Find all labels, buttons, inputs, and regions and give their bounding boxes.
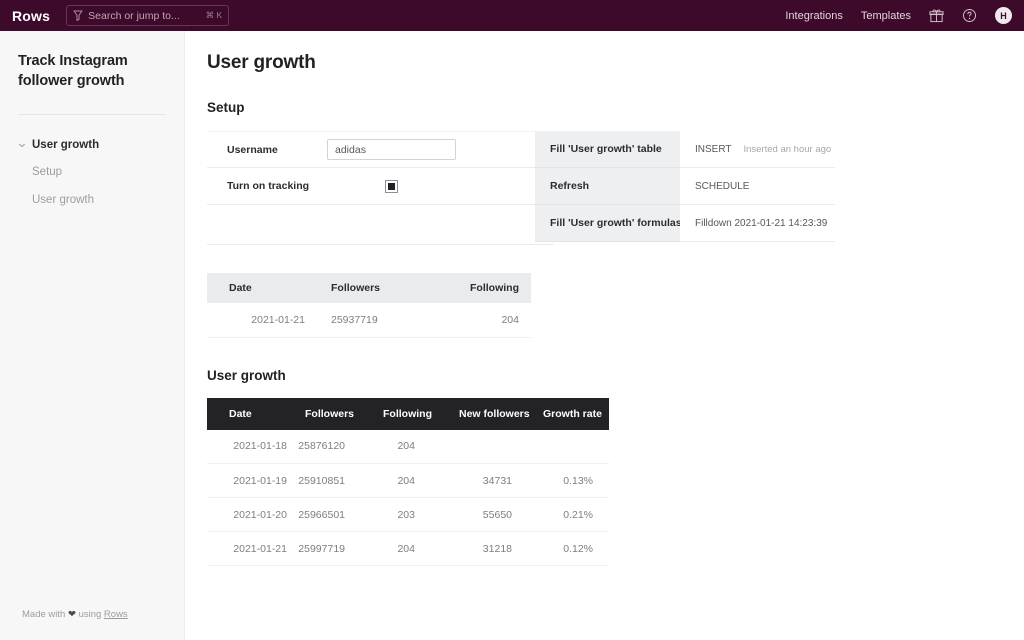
setup-data-table: Date Followers Following 2021-01-21 2593…	[207, 273, 531, 338]
sidebar-document-title: Track Instagram follower growth	[18, 53, 128, 89]
action-row-refresh[interactable]: Refresh	[535, 168, 680, 205]
action-value-fill-table: INSERT Inserted an hour ago	[680, 131, 835, 168]
help-circle-icon[interactable]	[962, 8, 977, 23]
chevron-down-icon[interactable]	[18, 141, 26, 149]
cell-date: 2021-01-20	[207, 497, 297, 532]
top-navigation-bar: Rows Search or jump to... ⌘ K Integratio…	[0, 0, 1024, 31]
made-with-prefix: Made with	[22, 609, 66, 620]
column-header-new-followers[interactable]: New followers	[451, 398, 535, 430]
table-row[interactable]: 2021-01-21 25997719 204 31218 0.12%	[207, 531, 609, 566]
main-content: User growth Setup Username Turn on track…	[185, 31, 1024, 640]
sidebar-group-user-growth[interactable]: User growth	[0, 135, 184, 155]
tracking-checkbox[interactable]	[385, 179, 398, 193]
table-row[interactable]: 2021-01-21 25937719 204	[207, 303, 531, 338]
sidebar-divider	[18, 114, 166, 116]
cell-date: 2021-01-21	[207, 303, 317, 338]
actions-panel: Fill 'User growth' table Refresh Fill 'U…	[535, 131, 835, 242]
column-header-date[interactable]: Date	[207, 398, 297, 430]
table-row[interactable]: 2021-01-20 25966501 203 55650 0.21%	[207, 497, 609, 532]
user-avatar[interactable]: H	[995, 7, 1012, 24]
action-value-fill-formulas: Filldown 2021-01-21 14:23:39	[680, 205, 835, 242]
checkbox-checked-mark	[388, 182, 395, 190]
cell-growth-rate: 0.12%	[535, 531, 609, 566]
setup-form: Username Turn on tracking	[207, 131, 554, 245]
action-row-fill-formulas[interactable]: Fill 'User growth' formulas	[535, 205, 682, 242]
rows-link[interactable]: Rows	[104, 609, 128, 620]
cell-following: 203	[375, 497, 451, 532]
action-label: Fill 'User growth' formulas	[550, 217, 682, 229]
table-header-row: Date Followers Following	[207, 273, 531, 303]
column-header-followers[interactable]: Followers	[297, 398, 375, 430]
app-logo[interactable]: Rows	[12, 8, 50, 24]
table-row[interactable]: 2021-01-18 25876120 204	[207, 429, 609, 464]
tracking-label: Turn on tracking	[227, 180, 310, 192]
username-field[interactable]	[327, 139, 456, 160]
column-header-followers[interactable]: Followers	[317, 273, 443, 303]
cell-date: 2021-01-18	[207, 429, 297, 464]
user-growth-table: Date Followers Following New followers G…	[207, 397, 609, 566]
page-title: User growth	[207, 52, 316, 73]
table-header-row: Date Followers Following New followers G…	[207, 397, 609, 430]
top-nav-right-group: Integrations Templates H	[785, 7, 1012, 24]
growth-section-heading: User growth	[207, 367, 286, 383]
cell-followers: 25910851	[297, 463, 375, 498]
cell-following: 204	[443, 303, 531, 338]
search-placeholder: Search or jump to...	[88, 9, 180, 22]
form-row-empty	[207, 205, 554, 245]
search-input[interactable]: Search or jump to... ⌘ K	[66, 5, 230, 26]
action-row-fill-table[interactable]: Fill 'User growth' table	[535, 131, 680, 168]
sidebar-item-user-growth[interactable]: User growth	[0, 189, 184, 211]
column-header-following[interactable]: Following	[375, 398, 451, 430]
cell-date: 2021-01-21	[207, 531, 297, 566]
cell-following: 204	[375, 531, 451, 566]
sidebar-item-setup[interactable]: Setup	[0, 161, 184, 183]
setup-block: Username Turn on tracking Fill 'User gro…	[185, 131, 1024, 249]
cell-new-followers	[451, 429, 535, 464]
cell-growth-rate	[535, 429, 609, 464]
action-kind: INSERT	[695, 143, 732, 155]
cell-growth-rate: 0.13%	[535, 463, 609, 498]
actions-value-column: INSERT Inserted an hour ago SCHEDULE Fil…	[680, 131, 835, 242]
actions-name-column: Fill 'User growth' table Refresh Fill 'U…	[535, 131, 682, 242]
search-icon	[73, 10, 83, 21]
search-shortcut-hint: ⌘ K	[205, 10, 223, 20]
column-header-date[interactable]: Date	[207, 273, 317, 303]
action-label: Refresh	[550, 180, 590, 192]
form-row-username: Username	[207, 131, 554, 168]
cell-followers: 25966501	[297, 497, 375, 532]
cell-new-followers: 34731	[451, 463, 535, 498]
sidebar-group-label: User growth	[32, 139, 100, 152]
cell-growth-rate: 0.21%	[535, 497, 609, 532]
cell-followers: 25876120	[297, 429, 375, 464]
nav-link-integrations[interactable]: Integrations	[785, 10, 842, 22]
cell-following: 204	[375, 429, 451, 464]
action-value-refresh: SCHEDULE	[680, 168, 835, 205]
action-kind: SCHEDULE	[695, 180, 750, 192]
action-kind: Filldown 2021-01-21 14:23:39	[695, 217, 828, 229]
setup-section-heading: Setup	[207, 100, 245, 115]
table-row[interactable]: 2021-01-19 25910851 204 34731 0.13%	[207, 463, 609, 498]
sidebar: Track Instagram follower growth User gro…	[0, 31, 185, 640]
column-header-growth-rate[interactable]: Growth rate	[535, 398, 609, 430]
heart-icon: ❤	[67, 609, 76, 620]
cell-new-followers: 55650	[451, 497, 535, 532]
form-row-tracking: Turn on tracking	[207, 168, 554, 205]
action-meta: Inserted an hour ago	[743, 143, 832, 155]
cell-followers: 25997719	[297, 531, 375, 566]
username-label: Username	[227, 143, 278, 156]
gift-icon[interactable]	[929, 8, 944, 23]
sidebar-footer-credit: Made with ❤ using Rows	[22, 609, 128, 620]
cell-date: 2021-01-19	[207, 463, 297, 498]
made-with-middle: using	[78, 609, 102, 620]
nav-link-templates[interactable]: Templates	[861, 10, 911, 22]
column-header-following[interactable]: Following	[443, 273, 531, 303]
action-label: Fill 'User growth' table	[550, 143, 662, 155]
cell-followers: 25937719	[317, 303, 443, 338]
cell-new-followers: 31218	[451, 531, 535, 566]
cell-following: 204	[375, 463, 451, 498]
